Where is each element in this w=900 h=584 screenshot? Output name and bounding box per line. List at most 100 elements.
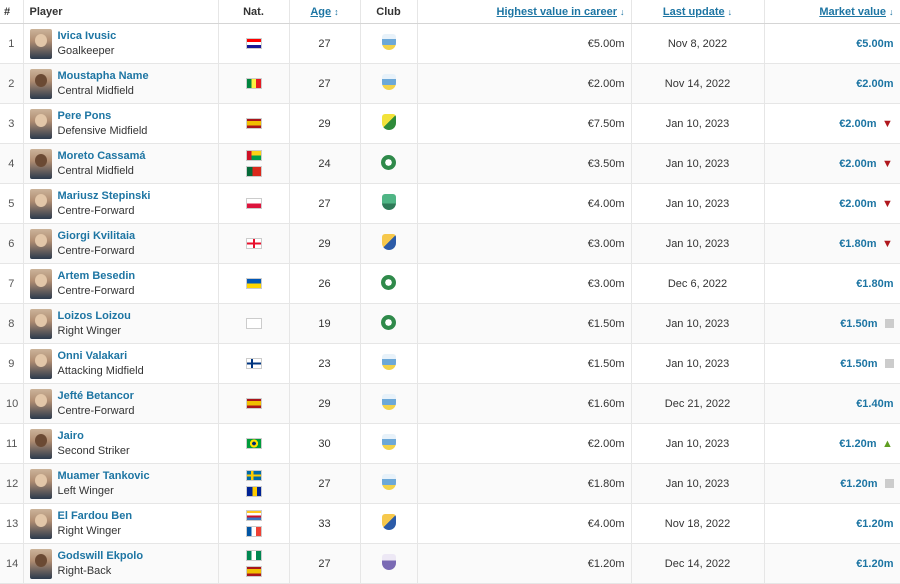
highest-value-cell: €2.00m — [417, 423, 632, 464]
market-value-link[interactable]: €1.50m — [840, 358, 877, 370]
age-cell: 24 — [289, 143, 361, 184]
club-crest-yellow-green-icon[interactable] — [381, 114, 396, 130]
value-unchanged-icon — [884, 478, 894, 488]
table-row: 4 Moreto Cassamá Central Midfield 24 €3.… — [0, 143, 900, 184]
player-name-link[interactable]: Loizos Loizou — [58, 309, 131, 324]
player-name-link[interactable]: Mariusz Stepinski — [58, 189, 151, 204]
club-crest-pale-blue-icon[interactable] — [381, 474, 396, 490]
sort-updown-icon[interactable]: ↕ — [334, 7, 339, 17]
club-crest-pale-blue-icon[interactable] — [381, 354, 396, 370]
flag-croatia-icon — [245, 38, 262, 49]
sort-down-icon[interactable]: ↓ — [620, 7, 625, 17]
market-value-cell: €2.00m — [764, 63, 900, 104]
club-crest-green-circle-icon[interactable] — [381, 274, 396, 290]
player-photo[interactable] — [29, 28, 52, 59]
club-crest-green-icon[interactable] — [381, 194, 396, 210]
club-crest-green-circle-icon[interactable] — [381, 314, 396, 330]
club-cell — [360, 223, 418, 264]
market-value-link[interactable]: €1.20m — [856, 518, 893, 530]
last-update-cell: Nov 14, 2022 — [631, 63, 765, 104]
player-photo[interactable] — [29, 68, 52, 99]
club-crest-purple-icon[interactable] — [381, 554, 396, 570]
market-value-link[interactable]: €2.00m — [839, 158, 876, 170]
player-photo[interactable] — [29, 108, 52, 139]
player-photo[interactable] — [29, 268, 52, 299]
age-cell: 27 — [289, 183, 361, 224]
club-crest-pale-blue-icon[interactable] — [381, 434, 396, 450]
market-value-cell: €1.40m — [764, 383, 900, 424]
flag-georgia-icon — [245, 238, 262, 249]
last-update-cell: Jan 10, 2023 — [631, 143, 765, 184]
market-value-link[interactable]: €2.00m — [839, 118, 876, 130]
table-row: 10 Jefté Betancor Centre-Forward 29 €1.6… — [0, 383, 900, 424]
player-name-link[interactable]: Giorgi Kvilitaia — [58, 229, 136, 244]
market-value-link[interactable]: €1.80m — [839, 238, 876, 250]
market-value-link[interactable]: €1.80m — [856, 278, 893, 290]
market-value-link[interactable]: €1.50m — [840, 318, 877, 330]
player-photo[interactable] — [29, 508, 52, 539]
player-photo[interactable] — [29, 348, 52, 379]
club-crest-pale-blue-icon[interactable] — [381, 74, 396, 90]
flag-spain-icon — [245, 118, 262, 129]
club-crest-blue-yellow-icon[interactable] — [381, 514, 396, 530]
player-position: Right Winger — [57, 324, 122, 337]
market-value-cell: €1.50m — [764, 303, 900, 344]
col-header-player: Player — [23, 0, 219, 24]
highest-value-cell: €1.80m — [417, 463, 632, 504]
market-value-link[interactable]: €1.20m — [839, 438, 876, 450]
player-photo[interactable] — [29, 428, 52, 459]
player-name-link[interactable]: Moustapha Name — [58, 69, 149, 84]
player-name-link[interactable]: Onni Valakari — [58, 349, 144, 364]
player-name-link[interactable]: Moreto Cassamá — [58, 149, 146, 164]
player-name-link[interactable]: Muamer Tankovic — [58, 469, 150, 484]
col-header-age[interactable]: Age ↕ — [289, 0, 361, 24]
player-name-link[interactable]: El Fardou Ben — [58, 509, 133, 524]
highest-value-cell: €1.50m — [417, 303, 632, 344]
player-name-link[interactable]: Jefté Betancor — [58, 389, 135, 404]
player-photo[interactable] — [29, 308, 52, 339]
col-header-market-value-label[interactable]: Market value — [819, 6, 886, 18]
table-header-row: # Player Nat. Age ↕ Club Highest value in… — [0, 0, 900, 24]
sort-down-icon[interactable]: ↓ — [889, 7, 894, 17]
market-value-link[interactable]: €2.00m — [856, 78, 893, 90]
col-header-last-update-label[interactable]: Last update — [663, 6, 725, 18]
player-name-link[interactable]: Pere Pons — [58, 109, 148, 124]
nationality-cell — [218, 23, 290, 64]
nationality-cell — [218, 543, 290, 584]
player-photo[interactable] — [29, 468, 52, 499]
player-photo[interactable] — [29, 148, 52, 179]
player-position: Centre-Forward — [57, 244, 135, 257]
table-row: 8 Loizos Loizou Right Winger 19 €1.50m J… — [0, 303, 900, 344]
club-crest-blue-yellow-icon[interactable] — [381, 234, 396, 250]
club-crest-green-circle-icon[interactable] — [381, 154, 396, 170]
player-name-link[interactable]: Godswill Ekpolo — [58, 549, 144, 564]
sort-down-icon[interactable]: ↓ — [728, 7, 733, 17]
row-number: 1 — [0, 23, 24, 64]
col-header-last-update[interactable]: Last update ↓ — [631, 0, 765, 24]
player-name-link[interactable]: Ivica Ivusic — [58, 29, 117, 44]
player-cell: Jefté Betancor Centre-Forward — [23, 383, 219, 424]
player-photo[interactable] — [29, 548, 52, 579]
club-crest-pale-blue-icon[interactable] — [381, 394, 396, 410]
market-value-link[interactable]: €1.20m — [840, 478, 877, 490]
col-header-market-value[interactable]: Market value ↓ — [764, 0, 900, 24]
market-value-link[interactable]: €1.40m — [856, 398, 893, 410]
last-update-cell: Jan 10, 2023 — [631, 423, 765, 464]
col-header-highest-value[interactable]: Highest value in career ↓ — [417, 0, 632, 24]
col-header-age-label[interactable]: Age — [310, 6, 331, 18]
value-unchanged-icon — [884, 358, 894, 368]
player-name-link[interactable]: Artem Besedin — [58, 269, 136, 284]
col-header-highest-value-label[interactable]: Highest value in career — [497, 6, 617, 18]
player-photo[interactable] — [29, 388, 52, 419]
highest-value-cell: €3.00m — [417, 223, 632, 264]
player-photo[interactable] — [29, 188, 52, 219]
club-crest-pale-blue-icon[interactable] — [381, 34, 396, 50]
market-value-link[interactable]: €5.00m — [856, 38, 893, 50]
player-name-link[interactable]: Jairo — [58, 429, 130, 444]
table-row: 11 Jairo Second Striker 30 €2.00m Jan 10… — [0, 423, 900, 464]
market-value-cell: €1.20m ▲ — [764, 423, 900, 464]
player-photo[interactable] — [29, 228, 52, 259]
market-value-link[interactable]: €1.20m — [856, 558, 893, 570]
player-cell: Moreto Cassamá Central Midfield — [23, 143, 219, 184]
market-value-link[interactable]: €2.00m — [839, 198, 876, 210]
